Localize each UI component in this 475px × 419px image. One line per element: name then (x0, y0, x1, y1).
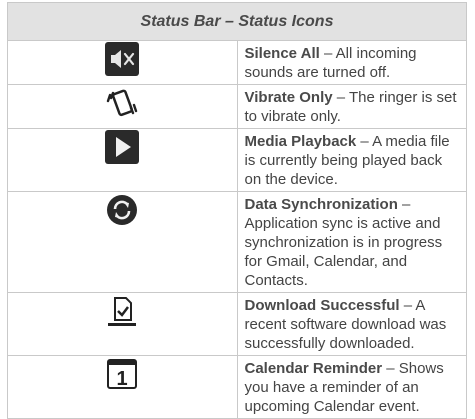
table-row: Silence All – All incoming sounds are tu… (7, 40, 467, 85)
media-playback-icon (105, 130, 140, 164)
row-title: Vibrate Only (244, 89, 333, 106)
status-icons-table: Status Bar – Status Icons Silence All – … (7, 2, 467, 419)
row-title: Download Successful (244, 297, 400, 314)
table-row: 1 Calendar Reminder – Shows you have a r… (7, 355, 467, 419)
silence-all-icon (105, 42, 140, 76)
data-sync-icon (107, 195, 138, 225)
row-title: Silence All (244, 45, 320, 62)
table-row: Vibrate Only – The ringer is set to vibr… (7, 84, 467, 129)
table-row: Data Synchronization – Application sync … (7, 191, 467, 293)
download-successful-icon (108, 297, 137, 326)
table-row: Media Playback – A media file is current… (7, 128, 467, 192)
vibrate-only-icon (107, 89, 138, 117)
calendar-badge: 1 (117, 368, 128, 390)
row-title: Data Synchronization (244, 196, 398, 213)
row-title: Media Playback (244, 133, 357, 150)
calendar-reminder-icon: 1 (107, 359, 138, 390)
table-header: Status Bar – Status Icons (7, 2, 467, 41)
table-row: Download Successful – A recent software … (7, 292, 467, 356)
row-title: Calendar Reminder (244, 360, 383, 377)
